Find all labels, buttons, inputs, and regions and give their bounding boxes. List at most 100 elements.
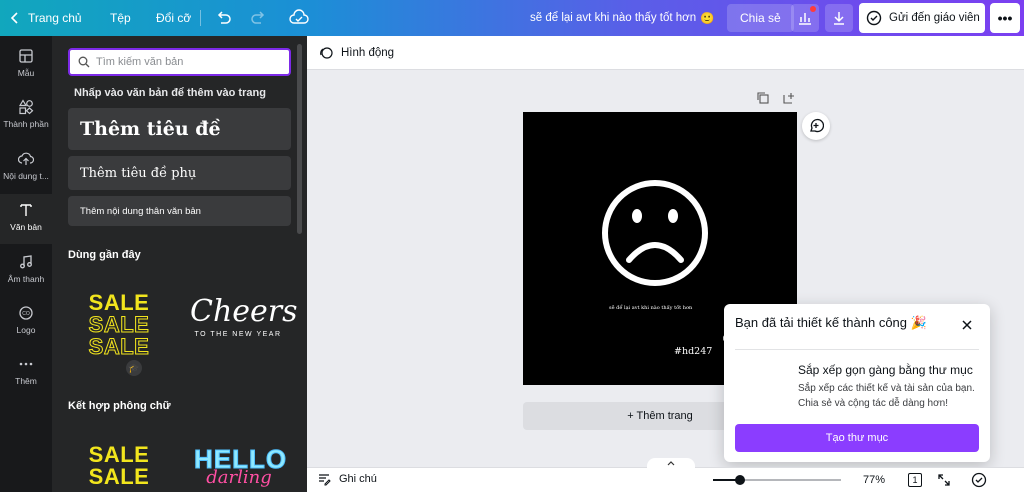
- rail-item-elements[interactable]: Thành phần: [0, 99, 52, 129]
- more-dots-icon: [19, 362, 33, 366]
- add-heading-button[interactable]: Thêm tiêu đề: [68, 108, 291, 150]
- search-input[interactable]: [96, 56, 276, 68]
- rail-label: Nội dung t...: [3, 171, 49, 181]
- rail-label: Mẫu: [17, 68, 35, 78]
- animate-button[interactable]: Hình động: [341, 47, 394, 59]
- sale-line-1: SALE: [88, 290, 150, 315]
- panel-scrollbar[interactable]: [297, 44, 302, 234]
- rail-item-audio[interactable]: Âm thanh: [0, 254, 52, 284]
- popup-title-text: Bạn đã tải thiết kế thành công: [735, 315, 908, 330]
- download-button[interactable]: [825, 4, 853, 32]
- download-icon: [834, 12, 844, 25]
- music-icon: [20, 255, 32, 269]
- search-box[interactable]: [68, 48, 291, 76]
- undo-icon[interactable]: [215, 9, 233, 30]
- animate-icon: [320, 46, 333, 59]
- chevron-up-icon: [667, 461, 675, 466]
- document-title[interactable]: sẽ để lại avt khi nào thấy tốt hơn 🙂: [530, 0, 714, 36]
- education-cap-icon: 🎓: [126, 360, 142, 376]
- left-nav-rail: Mẫu Thành phần Nội dung t... Văn bản Âm …: [0, 36, 52, 492]
- bottom-scroll-edge: [1007, 472, 1017, 488]
- smile-emoji-icon: 🙂: [700, 13, 715, 25]
- file-menu-button[interactable]: Tệp: [110, 0, 131, 36]
- rail-label: Thêm: [15, 376, 37, 386]
- rail-item-more[interactable]: Thêm: [0, 356, 52, 386]
- design-caption[interactable]: sẽ để lại avt khi nào thấy tốt hơn: [609, 305, 692, 311]
- send-to-teacher-label: Gửi đến giáo viên: [889, 12, 980, 24]
- resize-button[interactable]: Đổi cỡ: [156, 0, 191, 36]
- insights-button[interactable]: [791, 4, 819, 32]
- rail-label: Âm thanh: [7, 274, 45, 284]
- add-body-text-button[interactable]: Thêm nội dung thân văn bản: [68, 196, 291, 226]
- more-options-button[interactable]: •••: [990, 3, 1020, 33]
- hello-sub-text: darling: [206, 467, 272, 488]
- rail-item-text[interactable]: Văn bản: [0, 194, 52, 244]
- popup-divider: [735, 349, 979, 350]
- zoom-slider-knob[interactable]: [735, 475, 745, 485]
- sale-line-1: SALE: [88, 442, 150, 467]
- send-to-teacher-button[interactable]: Gửi đến giáo viên: [859, 3, 985, 33]
- click-hint-text: Nhấp vào văn bản để thêm vào trang: [74, 87, 266, 99]
- popup-description: Sắp xếp các thiết kế và tài sản của bạn.…: [798, 383, 975, 409]
- svg-text:CO: CO: [22, 311, 30, 317]
- chevron-left-icon: [10, 12, 18, 24]
- search-icon: [78, 56, 90, 68]
- notes-label: Ghi chú: [339, 473, 377, 485]
- add-comment-button[interactable]: [802, 112, 830, 140]
- sale-font-combo-2[interactable]: SALE SALE: [74, 444, 164, 488]
- home-button[interactable]: Trang chủ: [10, 0, 82, 36]
- notes-icon: [319, 474, 331, 486]
- notification-dot: [810, 6, 816, 12]
- close-icon[interactable]: [960, 318, 974, 332]
- share-button[interactable]: Chia sẻ: [727, 4, 794, 32]
- redo-icon[interactable]: [249, 9, 267, 30]
- home-label: Trang chủ: [28, 11, 82, 25]
- top-bar: Trang chủ Tệp Đổi cỡ sẽ để lại avt khi n…: [0, 0, 1024, 36]
- popup-title: Bạn đã tải thiết kế thành công 🎉: [735, 315, 927, 331]
- sale-line-3: SALE: [88, 334, 150, 359]
- rail-label: Thành phần: [3, 119, 49, 129]
- elements-icon: [18, 99, 34, 115]
- rail-label: Văn bản: [10, 222, 42, 232]
- notes-button[interactable]: Ghi chú: [317, 472, 377, 486]
- fullscreen-icon[interactable]: [936, 472, 952, 488]
- party-emoji-icon: 🎉: [910, 315, 927, 330]
- duplicate-page-icon[interactable]: [756, 91, 770, 105]
- sad-face-graphic: [602, 180, 708, 286]
- zoom-percentage[interactable]: 77%: [863, 474, 885, 486]
- upload-icon: [18, 152, 34, 165]
- page-count-button[interactable]: 1: [907, 472, 923, 488]
- bottom-bar: Ghi chú 77% 1: [307, 458, 1024, 492]
- page-actions: [756, 91, 796, 105]
- sale-line-2: SALE: [88, 312, 150, 337]
- hello-darling-font-combo[interactable]: HELLO darling: [194, 444, 287, 489]
- text-icon: [20, 204, 32, 216]
- show-pages-button[interactable]: [647, 458, 695, 470]
- toolbar-divider: [200, 10, 201, 26]
- popup-heading: Sắp xếp gọn gàng bằng thư mục: [798, 363, 973, 377]
- comment-add-icon: [810, 118, 824, 133]
- add-page-icon[interactable]: [782, 91, 796, 105]
- rail-item-uploads[interactable]: Nội dung t...: [0, 151, 52, 181]
- help-check-icon[interactable]: [971, 472, 987, 488]
- cloud-saved-icon[interactable]: [289, 9, 309, 30]
- rail-label: Logo: [16, 325, 36, 335]
- check-circle-icon: [866, 10, 882, 26]
- font-combinations-heading: Kết hợp phông chữ: [68, 400, 171, 412]
- sale-font-combo[interactable]: SALE SALE SALE: [74, 290, 164, 359]
- rail-item-logo[interactable]: CO Logo: [0, 305, 52, 335]
- template-icon: [19, 49, 33, 63]
- add-subheading-button[interactable]: Thêm tiêu đề phụ: [68, 156, 291, 190]
- document-title-text: sẽ để lại avt khi nào thấy tốt hơn: [530, 12, 697, 24]
- download-success-popup: Bạn đã tải thiết kế thành công 🎉 Sắp xếp…: [724, 304, 990, 462]
- cheers-main-text: Cheers: [190, 294, 298, 329]
- animate-toolbar: Hình động: [307, 36, 1024, 70]
- bar-chart-icon: [799, 13, 811, 25]
- create-folder-button[interactable]: Tạo thư mục: [735, 424, 979, 452]
- zoom-slider[interactable]: [713, 475, 841, 485]
- page-number-icon: 1: [908, 473, 922, 487]
- rail-item-templates[interactable]: Mẫu: [0, 48, 52, 78]
- logo-icon: CO: [19, 306, 33, 320]
- cheers-sub-text: TO THE NEW YEAR: [194, 331, 282, 338]
- cheers-font-combo[interactable]: Cheers TO THE NEW YEAR: [190, 294, 298, 338]
